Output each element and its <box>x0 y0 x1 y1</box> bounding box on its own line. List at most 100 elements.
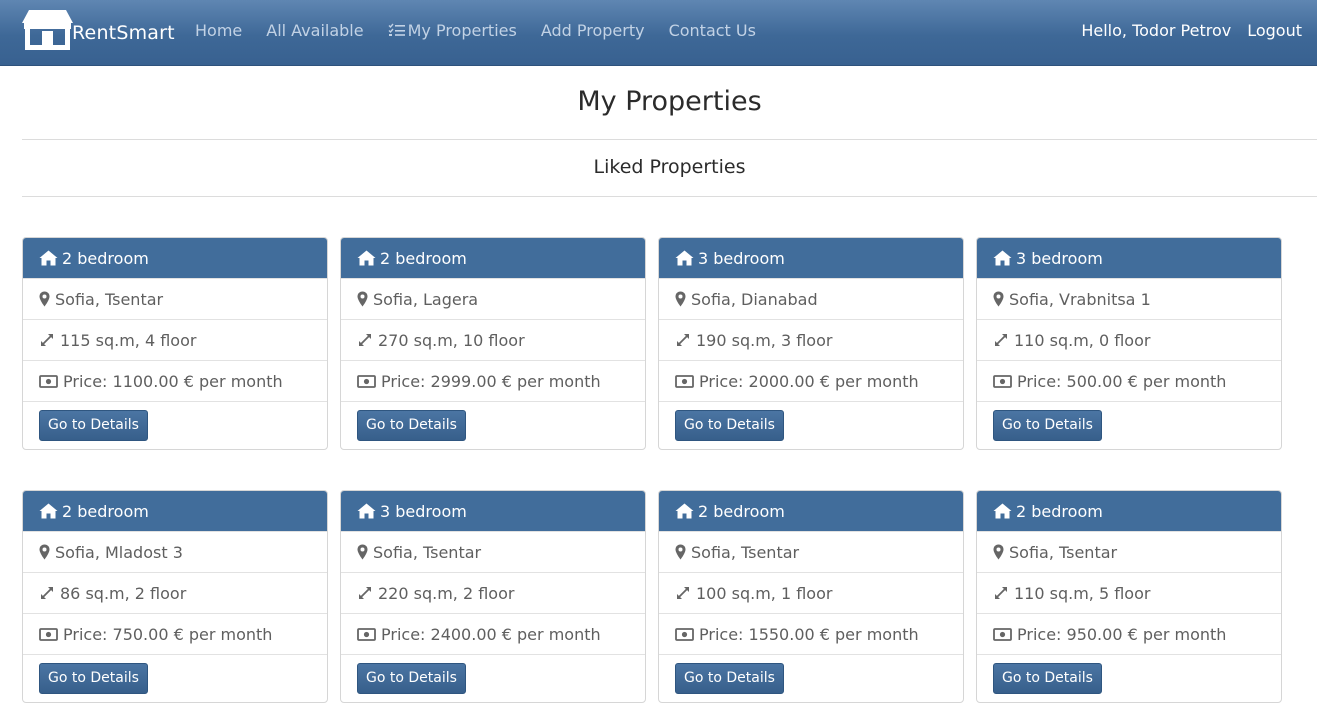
card-location-text: Sofia, Tsentar <box>1009 542 1118 562</box>
card-price: Price: 1550.00 € per month <box>659 613 963 654</box>
card-actions: Go to Details <box>659 401 963 441</box>
expand-arrows-icon <box>677 587 689 599</box>
map-marker-icon <box>357 544 368 560</box>
nav-contact-us[interactable]: Contact Us <box>657 21 768 40</box>
page-title: My Properties <box>577 86 762 117</box>
card-header: 2 bedroom <box>659 491 963 531</box>
card-title: 3 bedroom <box>698 248 785 268</box>
card-actions: Go to Details <box>341 654 645 694</box>
nav-all-available[interactable]: All Available <box>254 21 375 40</box>
card-size-text: 220 sq.m, 2 floor <box>378 583 515 603</box>
card-location: Sofia, Tsentar <box>977 531 1281 572</box>
nav-user-area: Hello, Todor Petrov Logout <box>1073 0 1310 60</box>
map-marker-icon <box>675 544 686 560</box>
card-price-text: Price: 1550.00 € per month <box>699 624 919 644</box>
map-marker-icon <box>993 291 1004 307</box>
card-size-text: 110 sq.m, 0 floor <box>1014 330 1151 350</box>
go-to-details-button[interactable]: Go to Details <box>39 410 148 441</box>
expand-arrows-icon <box>359 334 371 346</box>
card-location-text: Sofia, Mladost 3 <box>55 542 183 562</box>
brand-name: RentSmart <box>72 22 175 44</box>
property-card: 2 bedroom Sofia, Lagera 270 sq.m, 10 flo… <box>340 237 646 450</box>
card-size-text: 190 sq.m, 3 floor <box>696 330 833 350</box>
home-icon <box>357 250 376 266</box>
card-header: 2 bedroom <box>977 491 1281 531</box>
card-size-text: 110 sq.m, 5 floor <box>1014 583 1151 603</box>
card-title: 2 bedroom <box>380 248 467 268</box>
card-title: 3 bedroom <box>380 501 467 521</box>
card-actions: Go to Details <box>341 401 645 441</box>
home-icon <box>993 503 1012 519</box>
brand[interactable]: RentSmart <box>22 9 175 51</box>
nav-links: Home All Available My Properties Add Pro… <box>183 0 768 60</box>
map-marker-icon <box>993 544 1004 560</box>
user-greeting[interactable]: Hello, Todor Petrov <box>1073 21 1239 40</box>
card-actions: Go to Details <box>23 401 327 441</box>
card-location: Sofia, Dianabad <box>659 278 963 319</box>
property-card: 3 bedroom Sofia, Dianabad 190 sq.m, 3 fl… <box>658 237 964 450</box>
property-card: 2 bedroom Sofia, Tsentar 115 sq.m, 4 flo… <box>22 237 328 450</box>
home-icon <box>675 250 694 266</box>
card-price-text: Price: 2400.00 € per month <box>381 624 601 644</box>
card-price-text: Price: 1100.00 € per month <box>63 371 283 391</box>
map-marker-icon <box>39 291 50 307</box>
card-header: 2 bedroom <box>23 491 327 531</box>
property-card: 3 bedroom Sofia, Vrabnitsa 1 110 sq.m, 0… <box>976 237 1282 450</box>
card-title: 2 bedroom <box>698 501 785 521</box>
card-title: 2 bedroom <box>62 248 149 268</box>
go-to-details-button[interactable]: Go to Details <box>357 663 466 694</box>
property-card: 3 bedroom Sofia, Tsentar 220 sq.m, 2 flo… <box>340 490 646 703</box>
card-size: 110 sq.m, 0 floor <box>977 319 1281 360</box>
card-title: 3 bedroom <box>1016 248 1103 268</box>
divider <box>22 196 1317 197</box>
card-header: 2 bedroom <box>23 238 327 278</box>
expand-arrows-icon <box>359 587 371 599</box>
expand-arrows-icon <box>41 334 53 346</box>
go-to-details-button[interactable]: Go to Details <box>39 663 148 694</box>
card-size-text: 115 sq.m, 4 floor <box>60 330 197 350</box>
card-price: Price: 950.00 € per month <box>977 613 1281 654</box>
card-location-text: Sofia, Tsentar <box>373 542 482 562</box>
property-card: 2 bedroom Sofia, Tsentar 110 sq.m, 5 flo… <box>976 490 1282 703</box>
card-actions: Go to Details <box>659 654 963 694</box>
card-size: 190 sq.m, 3 floor <box>659 319 963 360</box>
nav-add-property[interactable]: Add Property <box>529 21 657 40</box>
logout-link[interactable]: Logout <box>1239 21 1310 40</box>
card-location-text: Sofia, Dianabad <box>691 289 818 309</box>
property-card: 2 bedroom Sofia, Tsentar 100 sq.m, 1 flo… <box>658 490 964 703</box>
map-marker-icon <box>357 291 368 307</box>
property-card: 2 bedroom Sofia, Mladost 3 86 sq.m, 2 fl… <box>22 490 328 703</box>
go-to-details-button[interactable]: Go to Details <box>993 663 1102 694</box>
card-size: 86 sq.m, 2 floor <box>23 572 327 613</box>
card-location: Sofia, Mladost 3 <box>23 531 327 572</box>
divider <box>22 139 1317 140</box>
nav-my-properties-label: My Properties <box>407 20 517 40</box>
card-location: Sofia, Vrabnitsa 1 <box>977 278 1281 319</box>
expand-arrows-icon <box>677 334 689 346</box>
card-location: Sofia, Tsentar <box>659 531 963 572</box>
go-to-details-button[interactable]: Go to Details <box>675 410 784 441</box>
home-icon <box>39 250 58 266</box>
expand-arrows-icon <box>41 587 53 599</box>
card-header: 2 bedroom <box>341 238 645 278</box>
card-size-text: 270 sq.m, 10 floor <box>378 330 525 350</box>
go-to-details-button[interactable]: Go to Details <box>357 410 466 441</box>
card-header: 3 bedroom <box>659 238 963 278</box>
card-location-text: Sofia, Tsentar <box>691 542 800 562</box>
list-check-icon <box>388 23 405 36</box>
card-price-text: Price: 950.00 € per month <box>1017 624 1227 644</box>
nav-my-properties[interactable]: My Properties <box>376 21 529 40</box>
card-title: 2 bedroom <box>62 501 149 521</box>
go-to-details-button[interactable]: Go to Details <box>993 410 1102 441</box>
card-size: 270 sq.m, 10 floor <box>341 319 645 360</box>
nav-home[interactable]: Home <box>183 21 254 40</box>
go-to-details-button[interactable]: Go to Details <box>675 663 784 694</box>
card-actions: Go to Details <box>23 654 327 694</box>
card-size: 100 sq.m, 1 floor <box>659 572 963 613</box>
home-icon <box>993 250 1012 266</box>
card-size-text: 100 sq.m, 1 floor <box>696 583 833 603</box>
card-location: Sofia, Tsentar <box>23 278 327 319</box>
card-title: 2 bedroom <box>1016 501 1103 521</box>
card-price: Price: 750.00 € per month <box>23 613 327 654</box>
money-bill-icon <box>993 627 1012 641</box>
